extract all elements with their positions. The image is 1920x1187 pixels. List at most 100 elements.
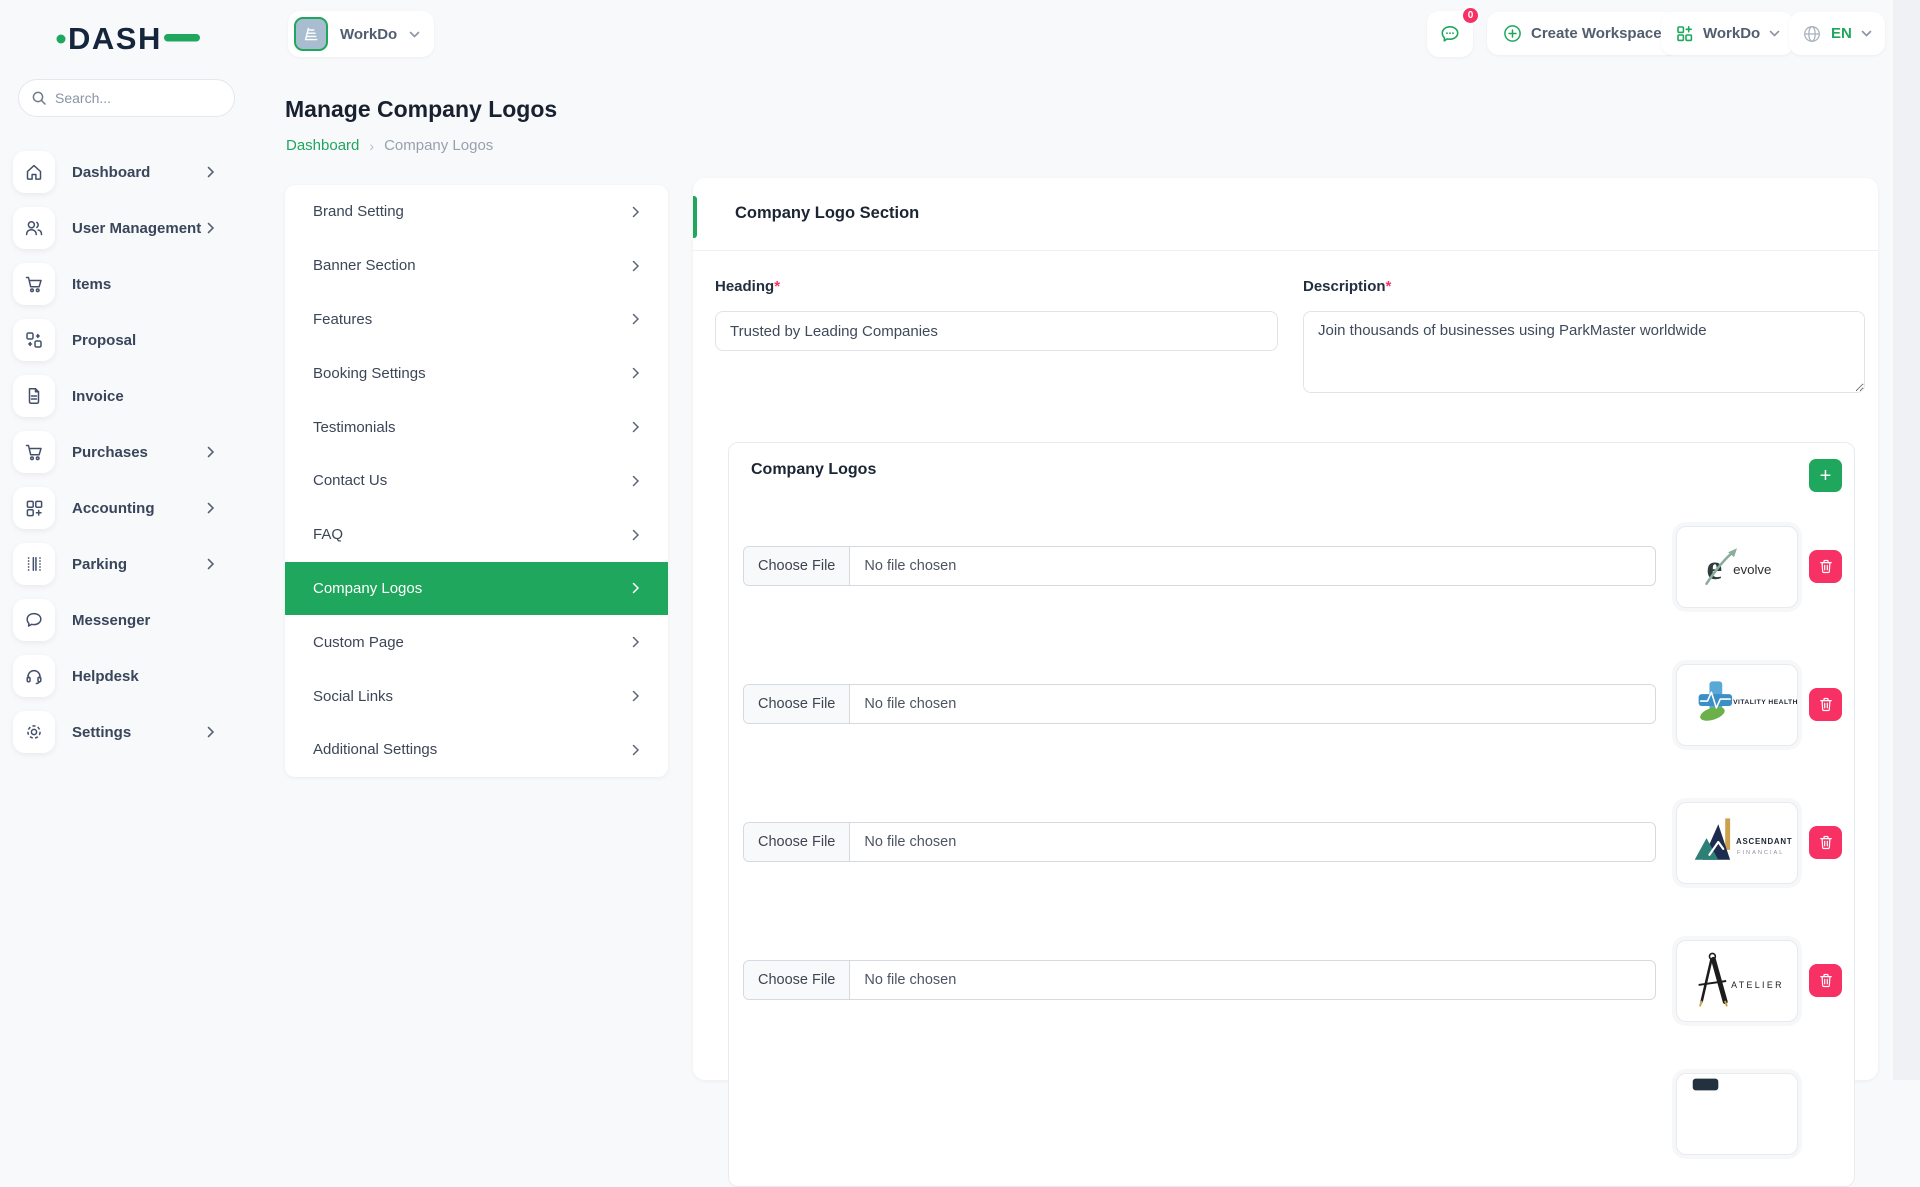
headset-icon bbox=[13, 655, 55, 697]
breadcrumb: Dashboard › Company Logos bbox=[286, 137, 493, 154]
chevron-right-icon bbox=[632, 582, 640, 594]
gear-icon bbox=[13, 711, 55, 753]
menu-item-additional-settings[interactable]: Additional Settings bbox=[285, 723, 668, 777]
menu-item-label: Additional Settings bbox=[313, 741, 437, 758]
sidebar-item-proposal[interactable]: Proposal bbox=[13, 312, 225, 368]
cart-icon bbox=[13, 431, 55, 473]
file-input[interactable]: Choose File No file chosen bbox=[743, 960, 1656, 1000]
sidebar-item-settings[interactable]: Settings bbox=[13, 704, 225, 760]
heading-input[interactable] bbox=[715, 311, 1278, 351]
divider bbox=[693, 250, 1878, 251]
search-icon bbox=[31, 90, 47, 106]
chevron-down-icon bbox=[1769, 30, 1780, 37]
plus-circle-icon bbox=[1503, 24, 1522, 43]
sidebar-item-items[interactable]: Items bbox=[13, 256, 225, 312]
choose-file-button[interactable]: Choose File bbox=[744, 823, 850, 861]
chevron-right-icon bbox=[632, 529, 640, 541]
brand-green-dash bbox=[164, 34, 200, 42]
search-box[interactable] bbox=[18, 79, 235, 117]
chevron-right-icon bbox=[207, 166, 215, 178]
messenger-badge: 0 bbox=[1461, 6, 1480, 25]
chevron-right-icon bbox=[632, 421, 640, 433]
chevron-right-icon bbox=[632, 313, 640, 325]
building-icon bbox=[294, 17, 328, 51]
sidebar-item-purchases[interactable]: Purchases bbox=[13, 424, 225, 480]
menu-item-testimonials[interactable]: Testimonials bbox=[285, 400, 668, 454]
file-status: No file chosen bbox=[850, 685, 970, 723]
logo-preview-evolve: e evolve bbox=[1676, 526, 1798, 608]
svg-text:VITALITY HEALTH: VITALITY HEALTH bbox=[1733, 699, 1797, 706]
workdo-dropdown-label: WorkDo bbox=[1703, 25, 1760, 42]
heading-label: Heading* bbox=[715, 278, 780, 295]
delete-logo-button[interactable] bbox=[1809, 826, 1842, 859]
menu-item-custom-page[interactable]: Custom Page bbox=[285, 615, 668, 669]
sidebar-item-user-management[interactable]: User Management bbox=[13, 200, 225, 256]
description-textarea[interactable]: Join thousands of businesses using ParkM… bbox=[1303, 311, 1865, 393]
menu-item-faq[interactable]: FAQ bbox=[285, 508, 668, 562]
trash-icon bbox=[1819, 835, 1833, 850]
company-logos-panel: Company Logos + Choose File No file chos… bbox=[728, 442, 1855, 1187]
choose-file-button[interactable]: Choose File bbox=[744, 547, 850, 585]
create-workspace-button[interactable]: Create Workspace bbox=[1487, 12, 1678, 55]
delete-logo-button[interactable] bbox=[1809, 550, 1842, 583]
delete-logo-button[interactable] bbox=[1809, 964, 1842, 997]
menu-item-contact-us[interactable]: Contact Us bbox=[285, 454, 668, 508]
menu-item-company-logos[interactable]: Company Logos bbox=[285, 562, 668, 616]
search-input[interactable] bbox=[55, 90, 236, 106]
file-input[interactable]: Choose File No file chosen bbox=[743, 684, 1656, 724]
file-input[interactable]: Choose File No file chosen bbox=[743, 822, 1656, 862]
sidebar-item-parking[interactable]: Parking bbox=[13, 536, 225, 592]
chevron-right-icon bbox=[207, 558, 215, 570]
company-logo-section-card: Company Logo Section Heading* Descriptio… bbox=[693, 178, 1878, 1080]
sidebar-item-accounting[interactable]: Accounting bbox=[13, 480, 225, 536]
required-mark: * bbox=[774, 278, 780, 295]
sidebar-item-label: User Management bbox=[72, 220, 201, 237]
menu-item-label: Testimonials bbox=[313, 419, 396, 436]
menu-item-label: Banner Section bbox=[313, 257, 416, 274]
menu-item-label: Company Logos bbox=[313, 580, 422, 597]
breadcrumb-dashboard-link[interactable]: Dashboard bbox=[286, 137, 359, 154]
svg-text:ASCENDANT: ASCENDANT bbox=[1736, 837, 1792, 846]
menu-item-features[interactable]: Features bbox=[285, 293, 668, 347]
menu-item-label: Contact Us bbox=[313, 472, 387, 489]
parking-icon bbox=[13, 543, 55, 585]
sidebar-item-helpdesk[interactable]: Helpdesk bbox=[13, 648, 225, 704]
menu-item-banner-section[interactable]: Banner Section bbox=[285, 239, 668, 293]
proposal-icon bbox=[13, 319, 55, 361]
menu-item-label: Custom Page bbox=[313, 634, 404, 651]
workspace-selector[interactable]: WorkDo bbox=[288, 11, 434, 57]
logo-row: Choose File No file chosen e evolve bbox=[729, 526, 1854, 608]
chevron-right-icon bbox=[207, 502, 215, 514]
sidebar-item-invoice[interactable]: Invoice bbox=[13, 368, 225, 424]
file-input[interactable]: Choose File No file chosen bbox=[743, 546, 1656, 586]
svg-text:ATELIER: ATELIER bbox=[1731, 980, 1784, 990]
language-label: EN bbox=[1831, 25, 1852, 42]
sidebar-item-messenger[interactable]: Messenger bbox=[13, 592, 225, 648]
home-icon bbox=[13, 151, 55, 193]
menu-item-label: Social Links bbox=[313, 688, 393, 705]
brand-text: DASH bbox=[68, 21, 162, 56]
workspace-name: WorkDo bbox=[340, 26, 397, 43]
grid-plus-icon bbox=[13, 487, 55, 529]
breadcrumb-current: Company Logos bbox=[384, 137, 493, 154]
logo-preview-atelier: ATELIER bbox=[1676, 940, 1798, 1022]
description-label: Description* bbox=[1303, 278, 1391, 295]
menu-item-label: Booking Settings bbox=[313, 365, 426, 382]
choose-file-button[interactable]: Choose File bbox=[744, 685, 850, 723]
chevron-right-icon bbox=[632, 744, 640, 756]
menu-item-booking-settings[interactable]: Booking Settings bbox=[285, 346, 668, 400]
page-scrollbar[interactable] bbox=[1893, 0, 1920, 1080]
delete-logo-button[interactable] bbox=[1809, 688, 1842, 721]
messenger-button[interactable]: 0 bbox=[1427, 11, 1473, 57]
menu-item-social-links[interactable]: Social Links bbox=[285, 669, 668, 723]
chevron-right-icon bbox=[632, 690, 640, 702]
brand-logo[interactable]: DASH bbox=[52, 16, 202, 58]
brand-green-dot bbox=[57, 35, 66, 44]
choose-file-button[interactable]: Choose File bbox=[744, 961, 850, 999]
menu-item-brand-setting[interactable]: Brand Setting bbox=[285, 185, 668, 239]
workdo-dropdown[interactable]: WorkDo bbox=[1661, 12, 1794, 55]
add-logo-button[interactable]: + bbox=[1809, 459, 1842, 492]
grid-plus-icon bbox=[1675, 24, 1694, 43]
sidebar-item-dashboard[interactable]: Dashboard bbox=[13, 144, 225, 200]
language-selector[interactable]: EN bbox=[1789, 12, 1885, 55]
